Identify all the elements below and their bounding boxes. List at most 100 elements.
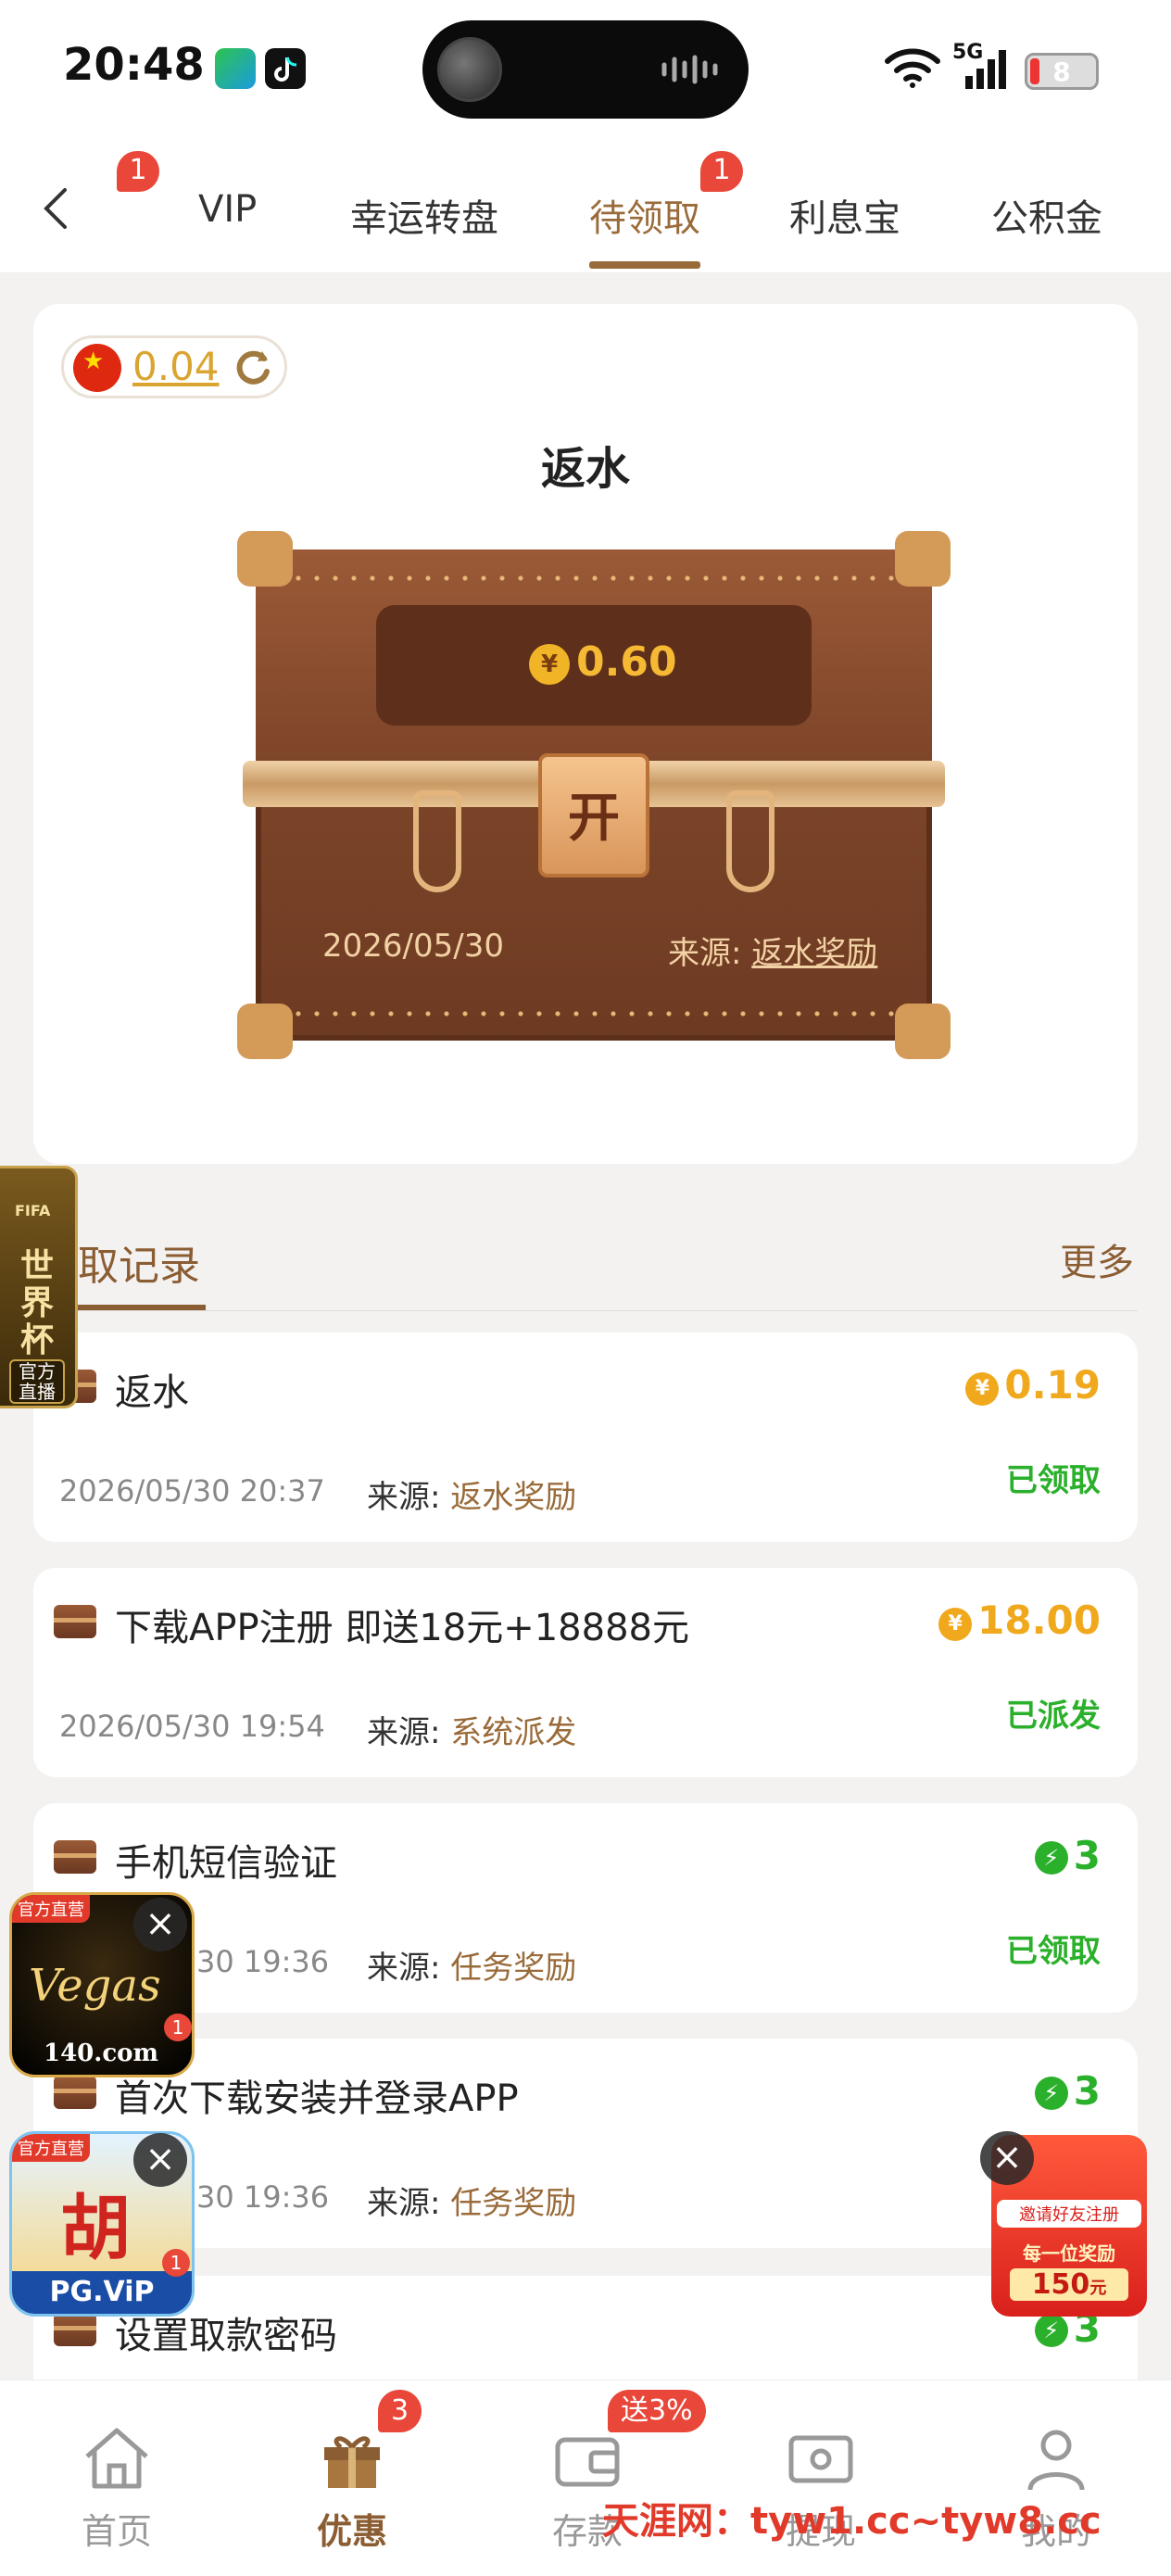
record-source: 来源: 任务奖励	[367, 1942, 576, 1988]
nav-badge: 送3%	[608, 2390, 706, 2432]
record-date: 30 19:36	[196, 2179, 330, 2215]
record-amount-value: 18.00	[977, 1597, 1101, 1643]
watermark: 天涯网：tyw1.cc~tyw8.cc	[602, 2491, 1102, 2544]
video-app-icon	[215, 48, 256, 89]
record-amount: ⚡ 3	[1034, 2068, 1101, 2114]
chevron-left-icon[interactable]	[37, 181, 74, 236]
tab-interest[interactable]: 利息宝	[789, 188, 900, 242]
ad-tag: 官方直营	[12, 2134, 90, 2162]
coin-icon: ¥	[938, 1608, 973, 1641]
wifi-icon	[885, 48, 940, 88]
record-source-value: 任务奖励	[450, 1950, 577, 1987]
nav-badge: 3	[378, 2390, 422, 2432]
record-source: 来源: 任务奖励	[367, 2178, 576, 2223]
tab-lucky-wheel[interactable]: 幸运转盘	[350, 188, 498, 242]
open-label: 开	[568, 789, 620, 849]
bottom-nav: 首页 优惠 3 存款 送3% 提现 我的	[0, 2380, 1171, 2576]
record-source-label: 来源:	[367, 1479, 441, 1516]
pg-brand: 胡	[60, 2187, 131, 2269]
invite-line1: 邀请好友注册	[997, 2200, 1141, 2228]
records-header: 取记录 更多	[0, 1195, 1171, 1316]
worldcup-title: 世界杯	[19, 1247, 54, 1359]
battery-icon: 8	[1025, 53, 1099, 90]
close-icon[interactable]: ×	[133, 2133, 187, 2187]
pg-domain: PG.ViP	[12, 2271, 192, 2314]
record-amount: ¥0.19	[965, 1362, 1101, 1408]
nav-home[interactable]: 首页	[43, 2419, 191, 2554]
tiktok-icon	[265, 48, 306, 89]
nav-label: 优惠	[316, 2511, 387, 2552]
invite-amount-value: 150	[1031, 2268, 1090, 2301]
record-date: 2026/05/30 20:37	[59, 1473, 325, 1509]
reward-card: 0.04 返水 ¥ 0.60 开 2026/05/30 来源: 返水奖励	[33, 304, 1138, 1164]
record-source: 来源: 系统派发	[367, 1707, 576, 1752]
chest-date: 2026/05/30	[322, 928, 504, 965]
record-source-label: 来源:	[367, 1714, 441, 1751]
chest-source: 来源: 返水奖励	[668, 928, 877, 973]
amount-plate: ¥ 0.60	[376, 605, 812, 726]
invite-amount: 150元	[1010, 2268, 1128, 2301]
chest-icon	[54, 1605, 96, 1638]
tab-vip[interactable]: VIP	[198, 188, 257, 231]
coin-icon: ¥	[965, 1372, 1000, 1406]
tab-badge: 1	[117, 151, 159, 192]
latch-right	[726, 790, 774, 892]
record-source-label: 来源:	[367, 2185, 441, 2222]
record-source: 来源: 返水奖励	[367, 1471, 576, 1517]
chest-amount: 0.60	[576, 638, 677, 686]
nav-promotions[interactable]: 优惠	[278, 2419, 426, 2554]
latch-left	[413, 790, 461, 892]
coin-icon: ¥	[529, 644, 570, 685]
fifa-logo: FIFA	[15, 1202, 51, 1219]
record-status: 已领取	[1006, 1462, 1101, 1499]
chest-source-link[interactable]: 返水奖励	[751, 935, 877, 972]
close-icon[interactable]: ×	[980, 2131, 1034, 2185]
record-date: 2026/05/30 19:54	[59, 1709, 325, 1744]
chest-icon	[54, 2313, 96, 2346]
active-tab-indicator	[589, 261, 700, 269]
bolt-icon: ⚡	[1034, 2314, 1068, 2347]
invite-line2: 每一位奖励	[1023, 2242, 1115, 2265]
balance-value: 0.04	[132, 344, 220, 389]
record-source-value: 返水奖励	[450, 1479, 577, 1516]
worldcup-sub: 官方直播	[9, 1359, 65, 1404]
ad-badge: 1	[164, 2014, 192, 2041]
watermark-sep: ：	[713, 2500, 750, 2543]
record-amount: ⚡ 3	[1034, 1833, 1101, 1878]
worldcup-float[interactable]: FIFA 世界杯 官方直播	[0, 1166, 78, 1408]
record-item[interactable]: 首次下载安装并登录APP ⚡ 3 30 19:36 来源: 任务奖励	[33, 2039, 1138, 2248]
chest-icon	[54, 2076, 96, 2109]
open-button[interactable]: 开	[538, 753, 649, 878]
home-icon	[85, 2428, 148, 2489]
ad-badge: 1	[162, 2249, 190, 2277]
bolt-icon: ⚡	[1034, 2077, 1068, 2110]
chest-source-label: 来源:	[668, 935, 742, 972]
close-icon[interactable]: ×	[133, 1898, 187, 1951]
more-link[interactable]: 更多	[1060, 1232, 1134, 1286]
record-date: 30 19:36	[196, 1944, 330, 1979]
ad-tag: 官方直营	[12, 1895, 90, 1923]
tab-provident-fund[interactable]: 公积金	[991, 188, 1102, 242]
battery-level: 8	[1052, 57, 1071, 87]
watermark-domains: tyw1.cc~tyw8.cc	[750, 2500, 1102, 2543]
nav-label: 首页	[81, 2511, 152, 2552]
tab-pending-claim[interactable]: 待领取	[589, 188, 700, 242]
treasure-chest[interactable]: ¥ 0.60 开 2026/05/30 来源: 返水奖励	[237, 531, 951, 1059]
vegas-domain: 140.com	[44, 2039, 159, 2067]
user-icon	[1027, 2430, 1085, 2491]
record-item[interactable]: 返水 ¥0.19 2026/05/30 20:37 来源: 返水奖励 已领取	[33, 1332, 1138, 1542]
china-flag-icon	[73, 344, 121, 392]
record-item[interactable]: 手机短信验证 ⚡ 3 30 19:36 来源: 任务奖励 已领取	[33, 1803, 1138, 2013]
balance-pill[interactable]: 0.04	[61, 335, 287, 398]
tab-pending-badge: 1	[700, 151, 743, 192]
record-source-value: 系统派发	[450, 1714, 577, 1751]
record-amount-value: 3	[1073, 2068, 1101, 2114]
record-item[interactable]: 下载APP注册 即送18元+18888元 ¥18.00 2026/05/30 1…	[33, 1568, 1138, 1777]
status-time: 20:48	[63, 39, 205, 91]
bolt-icon: ⚡	[1034, 1841, 1068, 1875]
record-name: 手机短信验证	[115, 1842, 337, 1885]
refresh-icon[interactable]	[229, 344, 277, 392]
record-status: 已派发	[1006, 1698, 1101, 1735]
divider	[78, 1310, 1138, 1311]
record-amount: ¥18.00	[938, 1597, 1101, 1643]
